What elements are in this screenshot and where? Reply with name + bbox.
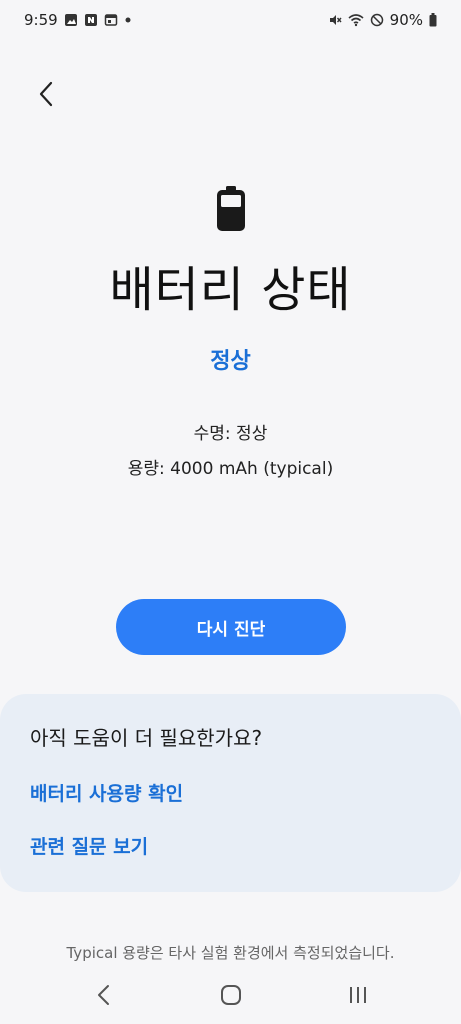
calendar-icon — [104, 13, 118, 27]
nav-back-button[interactable] — [84, 977, 124, 1017]
page-title: 배터리 상태 — [109, 262, 352, 318]
battery-percent: 90% — [389, 11, 423, 29]
status-right: 90% — [328, 11, 437, 29]
battery-icon — [216, 186, 246, 232]
help-card: 아직 도움이 더 필요한가요? 배터리 사용량 확인 관련 질문 보기 — [0, 694, 461, 892]
status-time: 9:59 — [24, 11, 58, 29]
nav-recents-button[interactable] — [338, 977, 378, 1017]
dnd-icon — [370, 13, 384, 27]
nav-home-button[interactable] — [211, 977, 251, 1017]
gallery-icon — [64, 13, 78, 27]
help-title: 아직 도움이 더 필요한가요? — [30, 726, 263, 750]
battery-life-text: 수명: 정상 — [193, 424, 268, 444]
status-left: 9:59 — [24, 11, 132, 29]
chevron-left-icon — [36, 80, 56, 112]
navigation-bar — [0, 970, 461, 1024]
related-questions-link[interactable]: 관련 질문 보기 — [30, 832, 431, 859]
rediagnose-button[interactable]: 다시 진단 — [116, 599, 346, 655]
battery-usage-link[interactable]: 배터리 사용량 확인 — [30, 779, 431, 806]
status-bar: 9:59 90% — [0, 0, 461, 40]
battery-capacity-text: 용량: 4000 mAh (typical) — [127, 459, 334, 479]
dot-icon — [124, 16, 132, 24]
mute-icon — [328, 13, 342, 27]
back-button[interactable] — [28, 78, 64, 114]
status-battery-icon — [429, 13, 437, 27]
battery-status-value: 정상 — [210, 349, 251, 374]
home-nav-icon — [220, 984, 242, 1010]
capacity-footnote: Typical 용량은 타사 실험 환경에서 측정되었습니다. — [66, 944, 395, 962]
back-nav-icon — [96, 984, 112, 1010]
recents-nav-icon — [347, 984, 369, 1010]
wifi-icon — [348, 13, 364, 27]
naver-icon — [84, 13, 98, 27]
